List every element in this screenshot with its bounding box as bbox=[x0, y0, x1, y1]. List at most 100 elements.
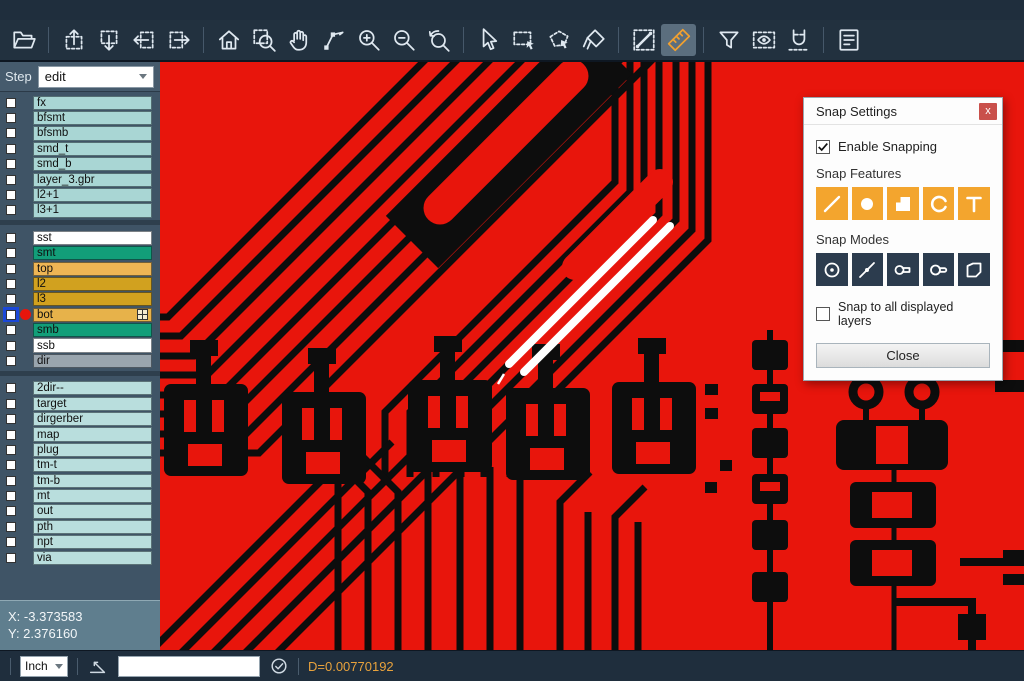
layer-visibility-checkbox[interactable] bbox=[3, 323, 19, 338]
shift-right-button[interactable] bbox=[161, 24, 196, 56]
home-view-button[interactable] bbox=[211, 24, 246, 56]
layer-name-cell[interactable]: dir bbox=[33, 354, 152, 368]
layer-visibility-checkbox[interactable] bbox=[3, 381, 19, 396]
select-arrow-button[interactable] bbox=[471, 24, 506, 56]
menu-item[interactable] bbox=[23, 8, 42, 12]
snap-mode-slot-open-button[interactable] bbox=[923, 253, 955, 286]
layer-name-cell[interactable]: tm-b bbox=[33, 474, 152, 488]
layer-name-cell[interactable]: sst bbox=[33, 231, 152, 245]
shift-down-button[interactable] bbox=[91, 24, 126, 56]
dialog-close-button[interactable]: x bbox=[979, 103, 997, 120]
layer-visibility-checkbox[interactable] bbox=[3, 276, 19, 291]
layer-name-cell[interactable]: smb bbox=[33, 323, 152, 337]
layer-visibility-checkbox[interactable] bbox=[3, 141, 19, 156]
layer-visibility-checkbox[interactable] bbox=[3, 172, 19, 187]
layer-visibility-checkbox[interactable] bbox=[3, 111, 19, 126]
layer-name-cell[interactable]: tm-t bbox=[33, 458, 152, 472]
unit-select[interactable]: Inch bbox=[20, 656, 68, 677]
dialog-titlebar[interactable]: Snap Settings x bbox=[804, 98, 1002, 125]
layer-name-cell[interactable]: bfsmt bbox=[33, 111, 152, 125]
enable-snapping-checkbox[interactable] bbox=[816, 140, 830, 154]
layer-visibility-checkbox[interactable] bbox=[3, 230, 19, 245]
snap-feature-text-button[interactable] bbox=[958, 187, 990, 220]
layer-name-cell[interactable]: npt bbox=[33, 535, 152, 549]
layer-visibility-checkbox[interactable] bbox=[3, 126, 19, 141]
layer-visibility-checkbox[interactable] bbox=[3, 458, 19, 473]
select-rect-button[interactable] bbox=[506, 24, 541, 56]
layer-name-cell[interactable]: layer_3.gbr bbox=[33, 173, 152, 187]
layer-name-cell[interactable]: via bbox=[33, 551, 152, 565]
layer-visibility-checkbox[interactable] bbox=[3, 504, 19, 519]
layer-name-cell[interactable]: bot bbox=[33, 308, 152, 322]
layer-name-cell[interactable]: l2 bbox=[33, 277, 152, 291]
report-button[interactable] bbox=[831, 24, 866, 56]
layer-visibility-checkbox[interactable] bbox=[3, 353, 19, 368]
layer-name-cell[interactable]: smd_t bbox=[33, 142, 152, 156]
layer-visibility-checkbox[interactable] bbox=[3, 427, 19, 442]
snap-feature-corner-button[interactable] bbox=[887, 187, 919, 220]
menu-item[interactable] bbox=[61, 8, 80, 12]
layer-name-cell[interactable]: l3 bbox=[33, 292, 152, 306]
select-brush-button[interactable] bbox=[576, 24, 611, 56]
layer-name-cell[interactable]: l2+1 bbox=[33, 188, 152, 202]
layer-name-cell[interactable]: out bbox=[33, 504, 152, 518]
layer-visibility-checkbox[interactable] bbox=[3, 338, 19, 353]
layer-name-cell[interactable]: l3+1 bbox=[33, 203, 152, 217]
snap-magnet-button[interactable] bbox=[781, 24, 816, 56]
apply-check-icon[interactable] bbox=[269, 656, 289, 676]
layer-visibility-checkbox[interactable] bbox=[3, 519, 19, 534]
layer-name-cell[interactable]: smt bbox=[33, 246, 152, 260]
layer-visibility-checkbox[interactable] bbox=[3, 396, 19, 411]
layer-name-cell[interactable]: plug bbox=[33, 443, 152, 457]
menu-item[interactable] bbox=[4, 8, 23, 12]
zoom-window-button[interactable] bbox=[246, 24, 281, 56]
layer-name-cell[interactable]: 2dir-- bbox=[33, 381, 152, 395]
layer-visibility-checkbox[interactable] bbox=[3, 473, 19, 488]
layer-visibility-checkbox[interactable] bbox=[3, 442, 19, 457]
layer-name-cell[interactable]: fx bbox=[33, 96, 152, 110]
layer-name-cell[interactable]: ssb bbox=[33, 338, 152, 352]
layer-visibility-checkbox[interactable] bbox=[3, 535, 19, 550]
layer-name-cell[interactable]: mt bbox=[33, 489, 152, 503]
snap-mode-contour-button[interactable] bbox=[958, 253, 990, 286]
layer-visibility-checkbox[interactable] bbox=[3, 95, 19, 110]
snap-feature-line-button[interactable] bbox=[816, 187, 848, 220]
layer-visibility-checkbox[interactable] bbox=[3, 307, 19, 322]
snap-mode-point-on-line-button[interactable] bbox=[852, 253, 884, 286]
layer-visibility-checkbox[interactable] bbox=[3, 412, 19, 427]
step-select[interactable]: edit bbox=[38, 66, 154, 88]
snap-feature-arc-button[interactable] bbox=[923, 187, 955, 220]
shift-left-button[interactable] bbox=[126, 24, 161, 56]
menu-item[interactable] bbox=[80, 8, 99, 12]
layer-visibility-checkbox[interactable] bbox=[3, 157, 19, 172]
layer-visibility-checkbox[interactable] bbox=[3, 489, 19, 504]
layer-name-cell[interactable]: dirgerber bbox=[33, 412, 152, 426]
command-input[interactable] bbox=[118, 656, 260, 677]
layer-name-cell[interactable]: top bbox=[33, 262, 152, 276]
filter-button[interactable] bbox=[711, 24, 746, 56]
dialog-close-action-button[interactable]: Close bbox=[816, 343, 990, 368]
zoom-previous-button[interactable] bbox=[421, 24, 456, 56]
move-vertex-button[interactable] bbox=[316, 24, 351, 56]
layer-visibility-checkbox[interactable] bbox=[3, 188, 19, 203]
layer-visibility-checkbox[interactable] bbox=[3, 292, 19, 307]
layer-name-cell[interactable]: pth bbox=[33, 520, 152, 534]
snap-mode-slot-closed-button[interactable] bbox=[887, 253, 919, 286]
ruler-button[interactable] bbox=[661, 24, 696, 56]
menu-item[interactable] bbox=[42, 8, 61, 12]
layer-name-cell[interactable]: map bbox=[33, 427, 152, 441]
snap-mode-center-button[interactable] bbox=[816, 253, 848, 286]
angle-corner-icon[interactable] bbox=[87, 655, 109, 677]
all-layers-checkbox[interactable] bbox=[816, 307, 830, 321]
snap-feature-pad-button[interactable] bbox=[852, 187, 884, 220]
layer-visibility-checkbox[interactable] bbox=[3, 261, 19, 276]
shift-up-button[interactable] bbox=[56, 24, 91, 56]
layer-name-cell[interactable]: smd_b bbox=[33, 157, 152, 171]
layer-name-cell[interactable]: bfsmb bbox=[33, 126, 152, 140]
view-options-button[interactable] bbox=[746, 24, 781, 56]
zoom-out-button[interactable] bbox=[386, 24, 421, 56]
layer-visibility-checkbox[interactable] bbox=[3, 550, 19, 565]
layer-visibility-checkbox[interactable] bbox=[3, 246, 19, 261]
pan-button[interactable] bbox=[281, 24, 316, 56]
open-folder-button[interactable] bbox=[6, 24, 41, 56]
